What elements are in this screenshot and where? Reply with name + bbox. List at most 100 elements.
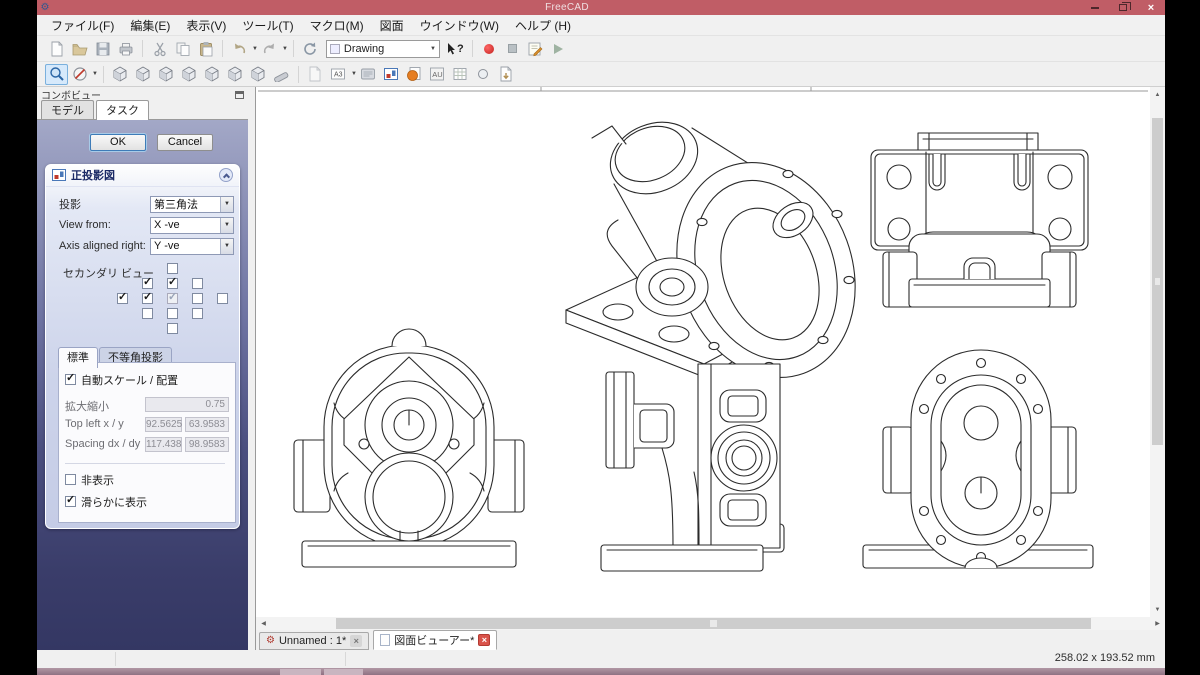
secondary-view-checkbox[interactable]: ✓ <box>167 276 178 289</box>
secondary-view-checkbox[interactable]: ✓ <box>217 292 228 304</box>
scroll-down-arrow[interactable]: ▼ <box>1150 602 1165 617</box>
paste-button[interactable] <box>194 38 217 59</box>
drawing-page-viewport[interactable] <box>256 87 1150 617</box>
secondary-view-checkbox[interactable]: ✓ <box>192 307 203 319</box>
scroll-right-arrow[interactable]: ▶ <box>1150 617 1165 630</box>
insert-orthographic-views-button[interactable] <box>380 64 403 85</box>
groupbox-header: 正投影図 <box>46 165 239 187</box>
minimize-button[interactable] <box>1081 0 1109 15</box>
topleft-x-input[interactable]: 92.5625 <box>145 416 182 432</box>
spacing-dy-input[interactable]: 98.9583 <box>185 436 229 452</box>
taskbar-item[interactable] <box>324 669 363 675</box>
viewer-tab-close-icon[interactable]: × <box>478 634 491 646</box>
horizontal-scrollbar[interactable]: ◀ ▶ <box>256 617 1165 630</box>
rear-view-button[interactable] <box>201 64 224 85</box>
secondary-view-checkbox[interactable]: ✓ <box>142 307 153 319</box>
menu-help[interactable]: ヘルプ (H) <box>507 15 579 36</box>
close-button[interactable]: × <box>1137 0 1165 15</box>
secondary-view-checkbox[interactable]: ✓ <box>117 291 128 304</box>
axis-select[interactable]: Y -ve ▼ <box>150 237 234 255</box>
secondary-view-checkbox[interactable]: ✓ <box>142 291 153 304</box>
check-icon: ✓ <box>168 290 178 303</box>
bottom-view-button[interactable] <box>224 64 247 85</box>
topleft-y-input[interactable]: 63.9583 <box>185 416 229 432</box>
whats-this-button[interactable]: ? <box>444 38 467 59</box>
restore-button[interactable] <box>1109 0 1137 15</box>
template-page-button[interactable] <box>357 64 380 85</box>
vertical-scroll-thumb[interactable] <box>1152 118 1163 445</box>
tab-unnamed-document[interactable]: ⚙ Unnamed : 1* × <box>259 632 370 650</box>
open-file-button[interactable] <box>68 38 91 59</box>
front-view-button[interactable] <box>132 64 155 85</box>
float-panel-icon[interactable] <box>235 90 244 99</box>
macro-edit-button[interactable] <box>524 38 547 59</box>
secondary-view-checkbox[interactable]: ✓ <box>167 262 178 274</box>
refresh-button[interactable] <box>299 38 322 59</box>
new-drawing-page-button[interactable] <box>304 64 327 85</box>
menu-edit[interactable]: 編集(E) <box>122 15 178 36</box>
right-view-button[interactable] <box>178 64 201 85</box>
secondary-view-checkbox[interactable]: ✓ <box>142 276 153 289</box>
projection-select[interactable]: 第三角法 ▼ <box>150 195 234 213</box>
macro-play-button[interactable] <box>547 38 570 59</box>
axonometric-view-button[interactable] <box>109 64 132 85</box>
redo-button[interactable] <box>258 38 281 59</box>
view-from-select[interactable]: X -ve ▼ <box>150 216 234 234</box>
tab-task[interactable]: タスク <box>96 99 149 120</box>
tab-standard[interactable]: 標準 <box>58 346 98 368</box>
auto-scale-checkbox[interactable]: ✓ <box>65 373 76 386</box>
vertical-scrollbar[interactable]: ▲ ▼ <box>1150 87 1165 617</box>
symbol-button[interactable]: AU <box>426 64 449 85</box>
draw-style-button[interactable] <box>68 64 91 85</box>
menu-windows[interactable]: ウインドウ(W) <box>412 15 507 36</box>
horizontal-scroll-track[interactable] <box>271 617 1150 630</box>
scale-input[interactable]: 0.75 <box>145 396 229 412</box>
export-page-button[interactable] <box>495 64 518 85</box>
a3-template-button[interactable]: A3 <box>327 64 350 85</box>
top-view-button[interactable] <box>155 64 178 85</box>
menu-drawing[interactable]: 図面 <box>372 15 412 36</box>
panel-splitter[interactable] <box>248 87 255 650</box>
horizontal-scroll-thumb[interactable] <box>336 618 1091 629</box>
tab-model[interactable]: モデル <box>41 99 94 119</box>
secondary-view-checkbox[interactable]: ✓ <box>192 277 203 289</box>
scroll-left-arrow[interactable]: ◀ <box>256 617 271 630</box>
copy-button[interactable] <box>171 38 194 59</box>
save-button[interactable] <box>91 38 114 59</box>
scroll-up-arrow[interactable]: ▲ <box>1150 87 1165 102</box>
secondary-view-checkbox[interactable]: ✓ <box>192 292 203 304</box>
smooth-checkbox[interactable]: ✓ <box>65 495 76 508</box>
workbench-selector[interactable]: Drawing ▼ <box>325 39 440 58</box>
spreadsheet-view-button[interactable] <box>449 64 472 85</box>
secondary-view-checkbox[interactable]: ✓ <box>167 307 178 319</box>
taskbar-item[interactable] <box>280 669 321 675</box>
redo-dropdown-arrow[interactable]: ▼ <box>282 46 288 52</box>
new-file-button[interactable] <box>45 38 68 59</box>
ok-button[interactable]: OK <box>90 133 146 151</box>
left-view-button[interactable] <box>247 64 270 85</box>
vertical-scroll-track[interactable] <box>1150 102 1165 602</box>
doc-tab-close-icon[interactable]: × <box>350 635 363 647</box>
menu-file[interactable]: ファイル(F) <box>43 15 122 36</box>
cancel-button[interactable]: Cancel <box>157 133 213 151</box>
draw-style-dropdown-arrow[interactable]: ▼ <box>92 71 98 77</box>
print-button[interactable] <box>114 38 137 59</box>
tab-drawing-viewer[interactable]: 図面ビューアー* × <box>373 630 498 650</box>
fit-all-button[interactable] <box>45 63 68 85</box>
menu-macro[interactable]: マクロ(M) <box>302 15 372 36</box>
draft-view-button[interactable] <box>472 64 495 85</box>
menu-tools[interactable]: ツール(T) <box>234 15 301 36</box>
hidden-checkbox[interactable]: ✓ <box>65 474 76 486</box>
macro-record-button[interactable] <box>478 38 501 59</box>
menu-view[interactable]: 表示(V) <box>178 15 234 36</box>
clip-group-button[interactable] <box>403 64 426 85</box>
undo-button[interactable] <box>228 38 251 59</box>
spacing-dx-input[interactable]: 117.438 <box>145 436 182 452</box>
secondary-view-checkbox[interactable]: ✓ <box>167 290 178 304</box>
measure-distance-button[interactable] <box>270 64 293 85</box>
cut-button[interactable] <box>148 38 171 59</box>
secondary-view-checkbox[interactable]: ✓ <box>167 322 178 334</box>
collapse-button[interactable] <box>219 168 233 183</box>
ortho-projection-groupbox: 正投影図 投影 第三角法 ▼ View from: X -ve ▼ Axis a… <box>45 163 240 529</box>
macro-stop-button[interactable] <box>501 38 524 59</box>
